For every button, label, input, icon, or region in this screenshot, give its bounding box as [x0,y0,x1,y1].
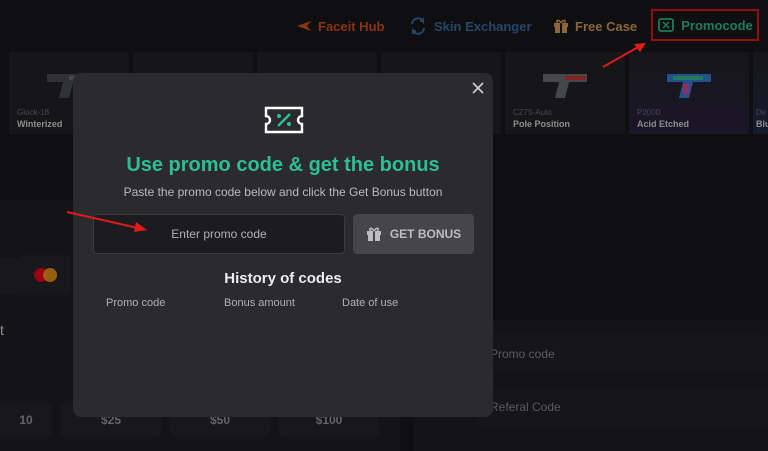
column-header-bonus-amount: Bonus amount [224,297,295,309]
modal-title: Use promo code & get the bonus [126,154,440,176]
gift-icon [366,227,381,241]
history-title: History of codes [224,270,342,287]
close-icon[interactable] [471,81,485,95]
column-header-date-of-use: Date of use [342,297,399,309]
annotation-arrow-icon [66,211,147,232]
get-bonus-button[interactable]: GET BONUS [353,214,474,254]
modal-subtitle: Paste the promo code below and click the… [123,185,443,199]
promo-modal: Use promo code & get the bonus Paste the… [73,73,493,417]
ticket-icon [264,106,304,134]
annotation-arrow-icon [602,43,646,68]
column-header-promo-code: Promo code [106,297,166,309]
get-bonus-label: GET BONUS [389,227,462,241]
